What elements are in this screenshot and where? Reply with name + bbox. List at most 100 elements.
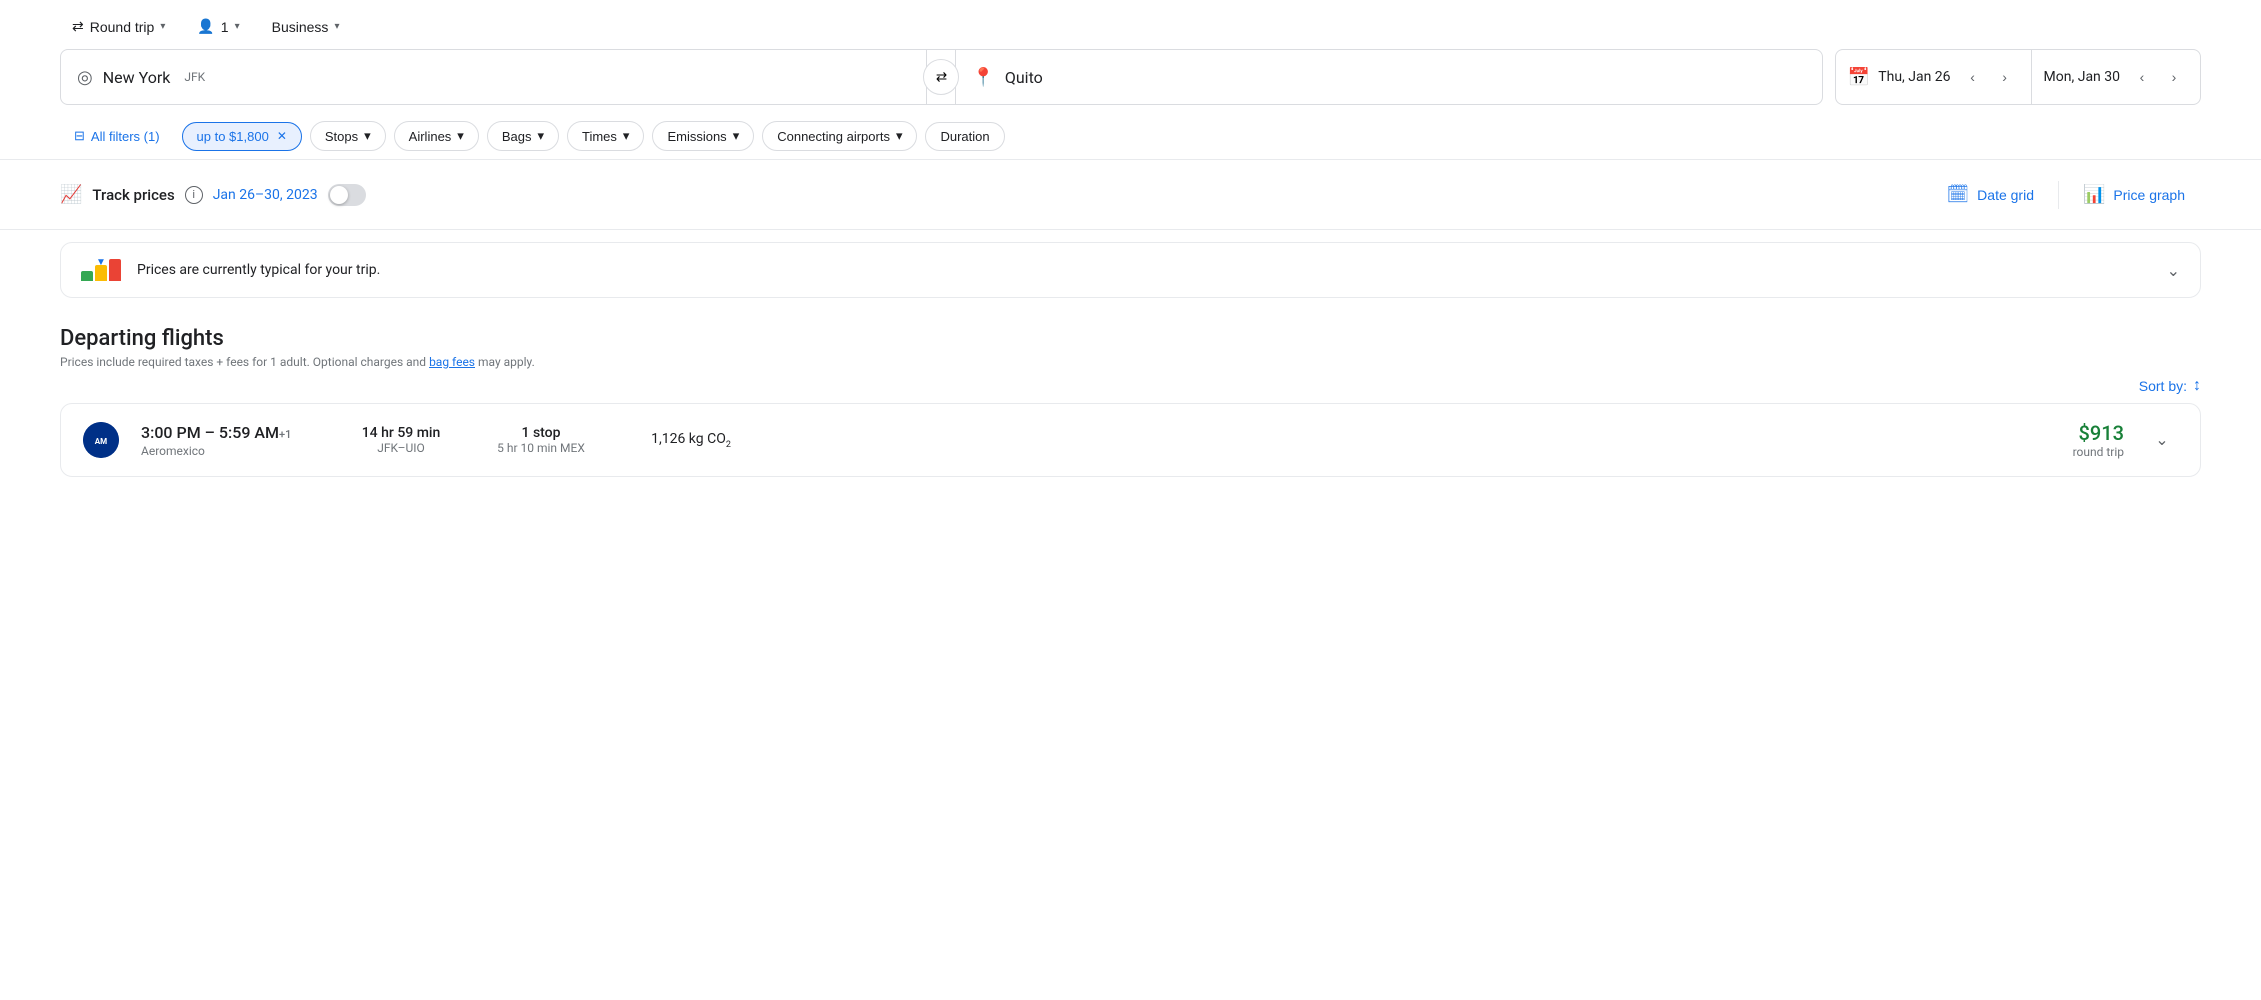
co2-subscript: 2: [726, 439, 731, 449]
price-bars: ▼: [81, 259, 121, 281]
aeromexico-svg: AM: [83, 422, 119, 458]
track-prices-toggle[interactable]: [328, 184, 366, 206]
depart-prev-button[interactable]: ‹: [1959, 63, 1987, 91]
bags-chevron-icon: ▾: [537, 128, 544, 144]
bar-high: [109, 259, 121, 281]
price-status-bar[interactable]: ▼ Prices are currently typical for your …: [60, 242, 2201, 298]
stops-filter-label: Stops: [325, 129, 358, 144]
depart-next-button[interactable]: ›: [1991, 63, 2019, 91]
date-grid-label: Date grid: [1977, 187, 2034, 203]
return-prev-button[interactable]: ‹: [2128, 63, 2156, 91]
depart-date-field[interactable]: 📅 Thu, Jan 26 ‹ ›: [1836, 50, 2032, 104]
bar-low: [81, 271, 93, 281]
price-filter-button[interactable]: up to $1,800 ✕: [182, 122, 302, 151]
duration-text: 14 hr 59 min: [341, 425, 461, 441]
stops-filter-button[interactable]: Stops ▾: [310, 121, 386, 151]
depart-date: Thu, Jan 26: [1878, 69, 1950, 85]
price-filter-clear-icon[interactable]: ✕: [277, 129, 287, 143]
times-chevron-icon: ▾: [623, 128, 630, 144]
track-prices-date-range: Jan 26–30, 2023: [213, 187, 318, 203]
calendar-icon: 📅: [1848, 67, 1870, 88]
airlines-filter-button[interactable]: Airlines ▾: [394, 121, 479, 151]
sort-row: Sort by: ↕: [60, 377, 2201, 395]
origin-code: JFK: [184, 70, 205, 84]
flight-card[interactable]: AM 3:00 PM – 5:59 AM+1 Aeromexico 14 hr …: [60, 403, 2201, 477]
cabin-button[interactable]: Business ▾: [260, 13, 352, 41]
flight-expand-button[interactable]: ⌄: [2144, 422, 2180, 458]
departing-subtitle: Prices include required taxes + fees for…: [60, 355, 2201, 369]
bags-filter-button[interactable]: Bags ▾: [487, 121, 559, 151]
sort-label: Sort by:: [2139, 378, 2187, 394]
stop-detail: 5 hr 10 min MEX: [481, 441, 601, 455]
track-prices-info-icon[interactable]: i: [185, 186, 203, 204]
track-prices-label: Track prices: [92, 186, 174, 204]
airline-name: Aeromexico: [141, 444, 321, 458]
passengers-chevron: ▾: [235, 21, 240, 32]
emissions-chevron-icon: ▾: [733, 128, 740, 144]
price-graph-button[interactable]: 📊 Price graph: [2067, 176, 2201, 213]
passengers-button[interactable]: 👤 1 ▾: [185, 12, 251, 41]
stops-text: 1 stop: [481, 425, 601, 441]
return-date-field[interactable]: Mon, Jan 30 ‹ ›: [2032, 50, 2200, 104]
flight-duration: 14 hr 59 min JFK–UIO: [341, 425, 461, 455]
svg-text:AM: AM: [95, 437, 107, 446]
price-type: round trip: [781, 445, 2124, 459]
top-bar: ⇄ Round trip ▾ 👤 1 ▾ Business ▾: [0, 0, 2261, 49]
all-filters-button[interactable]: ⊟ All filters (1): [60, 122, 174, 150]
emissions-filter-label: Emissions: [667, 129, 726, 144]
date-grid-button[interactable]: 🗓 Date grid: [1930, 176, 2050, 213]
departing-section: Departing flights Prices include require…: [0, 310, 2261, 489]
connecting-airports-label: Connecting airports: [777, 129, 890, 144]
date-grid-icon: 🗓: [1946, 184, 1969, 205]
emissions-value: 1,126 kg CO: [651, 431, 726, 447]
round-trip-icon: ⇄: [72, 18, 84, 35]
swap-button[interactable]: ⇄: [923, 59, 959, 95]
destination-field[interactable]: 📍 Quito: [955, 50, 1821, 104]
all-filters-label: All filters (1): [91, 129, 160, 144]
search-bar: ◎ New York JFK ⇄ 📍 Quito 📅 Thu, Jan 26 ‹…: [0, 49, 2261, 105]
connecting-airports-filter-button[interactable]: Connecting airports ▾: [762, 121, 917, 151]
depart-date-nav: ‹ ›: [1959, 63, 2019, 91]
emissions-filter-button[interactable]: Emissions ▾: [652, 121, 754, 151]
stops-chevron-icon: ▾: [364, 128, 371, 144]
round-trip-chevron: ▾: [160, 21, 165, 32]
cabin-chevron: ▾: [334, 21, 339, 32]
cabin-label: Business: [272, 19, 329, 35]
sort-icon: ↕: [2193, 377, 2201, 395]
duration-filter-label: Duration: [940, 129, 989, 144]
origin-icon: ◎: [77, 67, 93, 88]
date-inputs: 📅 Thu, Jan 26 ‹ › Mon, Jan 30 ‹ ›: [1835, 49, 2201, 105]
view-divider: [2058, 181, 2059, 209]
emissions-text: 1,126 kg CO2: [621, 431, 761, 450]
return-next-button[interactable]: ›: [2160, 63, 2188, 91]
location-inputs: ◎ New York JFK ⇄ 📍 Quito: [60, 49, 1823, 105]
track-prices-left: 📈 Track prices i Jan 26–30, 2023: [60, 184, 1930, 206]
bags-filter-label: Bags: [502, 129, 532, 144]
flight-stops: 1 stop 5 hr 10 min MEX: [481, 425, 601, 455]
person-icon: 👤: [197, 18, 214, 35]
duration-filter-button[interactable]: Duration: [925, 122, 1004, 151]
origin-field[interactable]: ◎ New York JFK: [61, 50, 927, 104]
sort-button[interactable]: Sort by: ↕: [2139, 377, 2201, 395]
filters-bar: ⊟ All filters (1) up to $1,800 ✕ Stops ▾…: [0, 113, 2261, 160]
price-indicator: ▼: [81, 259, 121, 281]
track-prices-bar: 📈 Track prices i Jan 26–30, 2023 🗓 Date …: [0, 160, 2261, 230]
route-text: JFK–UIO: [341, 441, 461, 455]
round-trip-button[interactable]: ⇄ Round trip ▾: [60, 12, 177, 41]
track-prices-icon: 📈: [60, 184, 82, 205]
swap-icon: ⇄: [936, 69, 947, 85]
track-prices-right: 🗓 Date grid 📊 Price graph: [1930, 176, 2201, 213]
price-status-expand-icon[interactable]: ⌄: [2167, 261, 2180, 280]
destination-city: Quito: [1005, 68, 1043, 87]
airlines-filter-label: Airlines: [409, 129, 452, 144]
connecting-airports-chevron-icon: ▾: [896, 128, 903, 144]
price-filter-label: up to $1,800: [197, 129, 269, 144]
times-filter-button[interactable]: Times ▾: [567, 121, 644, 151]
price-bars-visual: ▼: [81, 259, 121, 281]
bag-fees-link[interactable]: bag fees: [429, 355, 475, 369]
bar-mid-wrap: ▼: [95, 265, 107, 281]
destination-icon: 📍: [972, 67, 994, 88]
airline-logo: AM: [81, 420, 121, 460]
times-filter-label: Times: [582, 129, 617, 144]
departing-subtitle-end: may apply.: [478, 355, 535, 369]
